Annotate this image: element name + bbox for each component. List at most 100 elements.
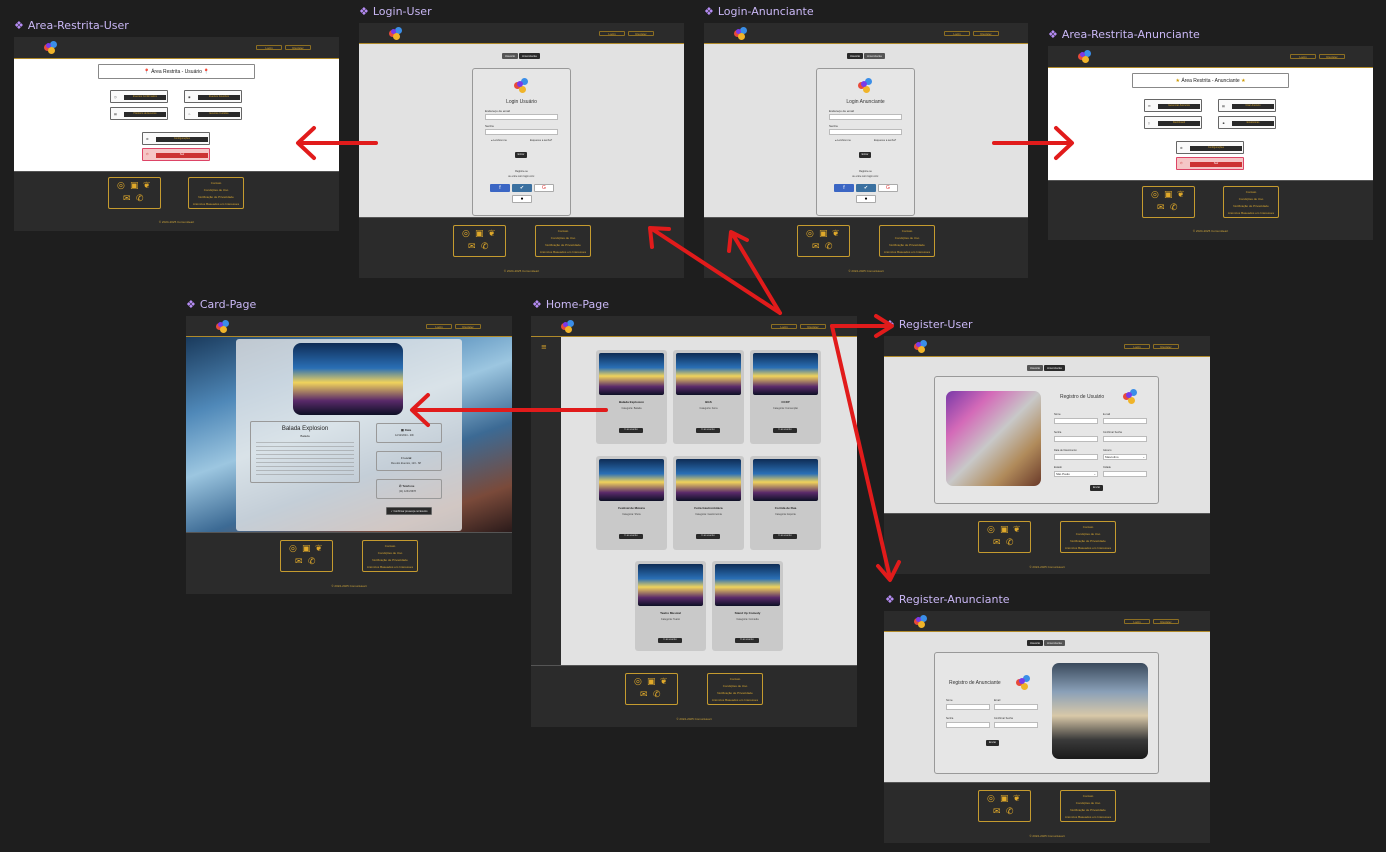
- footer-link-privacidade[interactable]: Notificação de Privacidade: [1061, 807, 1115, 814]
- footer-link-condicoes[interactable]: Condições de Uso: [708, 683, 762, 690]
- senha-input[interactable]: [1054, 436, 1098, 442]
- event-card[interactable]: Festival de Música Categoria: Show Ir ao e…: [596, 456, 667, 550]
- footer-link-condicoes[interactable]: Condições de Uso: [536, 235, 590, 242]
- footer-link-anuncios[interactable]: Anúncios Baseados em Interesses: [880, 249, 934, 256]
- login-button[interactable]: Login: [771, 324, 797, 329]
- whatsapp-icon[interactable]: ✆: [136, 195, 144, 204]
- footer-link-contato[interactable]: Contato: [1224, 189, 1278, 196]
- nome-input[interactable]: [946, 704, 990, 710]
- email-icon[interactable]: ✉: [295, 558, 303, 567]
- register-button[interactable]: Register: [800, 324, 826, 329]
- twitter-icon[interactable]: ❦: [1013, 526, 1021, 535]
- whatsapp-icon[interactable]: ✆: [1170, 204, 1178, 213]
- login-button[interactable]: Login: [426, 324, 452, 329]
- tab-usuario[interactable]: Usuário: [1027, 365, 1043, 371]
- remember-checkbox[interactable]: ● Lembrar-me: [491, 139, 507, 142]
- confirmar-senha-input[interactable]: [994, 722, 1038, 728]
- option-curtidos[interactable]: ♨ Eventos Curtidos: [184, 107, 242, 120]
- option-dashboard[interactable]: ▯ Dashboard: [1144, 116, 1202, 129]
- facebook-login-button[interactable]: f: [490, 184, 510, 192]
- facebook-login-button[interactable]: f: [834, 184, 854, 192]
- footer-link-privacidade[interactable]: Notificação de Privacidade: [1061, 538, 1115, 545]
- twitter-login-button[interactable]: ✔: [512, 184, 532, 192]
- twitter-icon[interactable]: ❦: [143, 182, 151, 191]
- register-button[interactable]: Register: [1153, 344, 1179, 349]
- footer-link-privacidade[interactable]: Notificação de Privacidade: [880, 242, 934, 249]
- go-event-button[interactable]: Ir ao evento: [696, 428, 720, 433]
- login-button[interactable]: Login: [599, 31, 625, 36]
- instagram-icon[interactable]: ◎: [117, 182, 125, 191]
- footer-link-contato[interactable]: Contato: [880, 228, 934, 235]
- event-card[interactable]: Feira Gastronômica Categoria: Gastronomia…: [673, 456, 744, 550]
- apple-login-button[interactable]: ●: [512, 195, 532, 203]
- email-input[interactable]: [829, 114, 902, 120]
- footer-link-privacidade[interactable]: Notificação de Privacidade: [1224, 203, 1278, 210]
- whatsapp-icon[interactable]: ✆: [1006, 539, 1014, 548]
- tab-anunciante[interactable]: Anunciante: [864, 53, 885, 59]
- tab-usuario[interactable]: Usuário: [502, 53, 518, 59]
- go-event-button[interactable]: Ir ao evento: [696, 534, 720, 539]
- facebook-icon[interactable]: ▣: [819, 230, 828, 239]
- footer-link-contato[interactable]: Contato: [1061, 524, 1115, 531]
- instagram-icon[interactable]: ◎: [634, 678, 642, 687]
- footer-link-privacidade[interactable]: Notificação de Privacidade: [536, 242, 590, 249]
- facebook-icon[interactable]: ▣: [1164, 191, 1173, 200]
- option-eventos-favoritos[interactable]: ◉ Eventos Favoritos: [184, 90, 242, 103]
- genero-select[interactable]: Masculino ⌄: [1103, 454, 1147, 460]
- twitter-icon[interactable]: ❦: [1177, 191, 1185, 200]
- facebook-icon[interactable]: ▣: [1000, 526, 1009, 535]
- whatsapp-icon[interactable]: ✆: [1006, 808, 1014, 817]
- footer-link-contato[interactable]: Contato: [189, 180, 243, 187]
- email-icon[interactable]: ✉: [993, 808, 1001, 817]
- instagram-icon[interactable]: ◎: [1151, 191, 1159, 200]
- email-icon[interactable]: ✉: [812, 243, 820, 252]
- email-input[interactable]: [994, 704, 1038, 710]
- register-link[interactable]: Registre-se: [817, 170, 914, 173]
- footer-link-condicoes[interactable]: Condições de Uso: [1061, 800, 1115, 807]
- footer-link-anuncios[interactable]: Anúncios Baseados em Interesses: [1061, 545, 1115, 552]
- footer-link-anuncios[interactable]: Anúncios Baseados em Interesses: [1224, 210, 1278, 217]
- instagram-icon[interactable]: ◎: [806, 230, 814, 239]
- filter-icon[interactable]: ≡: [541, 343, 547, 352]
- register-button[interactable]: Register: [1153, 619, 1179, 624]
- option-criar-anuncio[interactable]: ▤ Criar Anúncio: [1218, 99, 1276, 112]
- option-estatisticas[interactable]: ☻ Estatísticas: [1218, 116, 1276, 129]
- instagram-icon[interactable]: ◎: [987, 795, 995, 804]
- twitter-icon[interactable]: ❦: [315, 545, 323, 554]
- option-gerenciar-anuncios[interactable]: ✉ Gerenciar Anúncios: [1144, 99, 1202, 112]
- event-card[interactable]: BGS Categoria: Feira Ir ao evento: [673, 350, 744, 444]
- register-button[interactable]: Register: [628, 31, 654, 36]
- nascimento-input[interactable]: [1054, 454, 1098, 460]
- remember-checkbox[interactable]: ● Lembrar-me: [835, 139, 851, 142]
- submit-button[interactable]: Entrar: [859, 152, 871, 158]
- twitter-login-button[interactable]: ✔: [856, 184, 876, 192]
- nome-input[interactable]: [1054, 418, 1098, 424]
- google-login-button[interactable]: G: [878, 184, 898, 192]
- submit-button[interactable]: Enviar: [986, 740, 999, 746]
- whatsapp-icon[interactable]: ✆: [653, 691, 661, 700]
- whatsapp-icon[interactable]: ✆: [825, 243, 833, 252]
- footer-link-condicoes[interactable]: Condições de Uso: [363, 550, 417, 557]
- go-event-button[interactable]: Ir ao evento: [735, 638, 759, 643]
- footer-link-contato[interactable]: Contato: [536, 228, 590, 235]
- go-event-button[interactable]: Ir ao evento: [619, 428, 643, 433]
- email-icon[interactable]: ✉: [993, 539, 1001, 548]
- apple-login-button[interactable]: ●: [856, 195, 876, 203]
- facebook-icon[interactable]: ▣: [475, 230, 484, 239]
- footer-link-condicoes[interactable]: Condições de Uso: [1224, 196, 1278, 203]
- event-card[interactable]: Balada Explosion Categoria: Balada Ir ao e…: [596, 350, 667, 444]
- footer-link-privacidade[interactable]: Notificação de Privacidade: [708, 690, 762, 697]
- footer-link-condicoes[interactable]: Condições de Uso: [189, 187, 243, 194]
- option-sair[interactable]: ⏻ Sair: [142, 148, 210, 161]
- register-button[interactable]: Register: [455, 324, 481, 329]
- estado-select[interactable]: São Paulo ⌄: [1054, 471, 1098, 477]
- footer-link-privacidade[interactable]: Notificação de Privacidade: [363, 557, 417, 564]
- option-eventos-confirmados[interactable]: ◷ Eventos Confirmados: [110, 90, 168, 103]
- google-login-button[interactable]: G: [534, 184, 554, 192]
- footer-link-privacidade[interactable]: Notificação de Privacidade: [189, 194, 243, 201]
- email-input[interactable]: [485, 114, 558, 120]
- footer-link-contato[interactable]: Contato: [363, 543, 417, 550]
- twitter-icon[interactable]: ❦: [832, 230, 840, 239]
- email-icon[interactable]: ✉: [640, 691, 648, 700]
- facebook-icon[interactable]: ▣: [130, 182, 139, 191]
